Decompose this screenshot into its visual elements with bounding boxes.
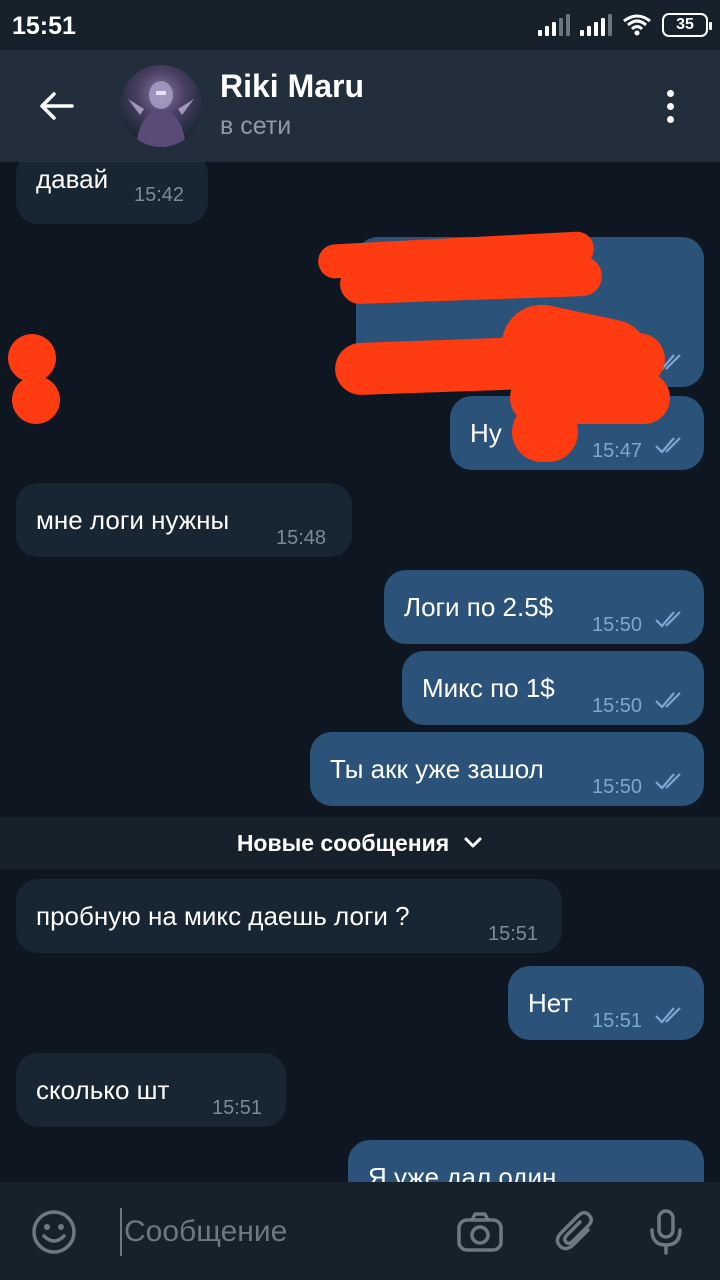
read-ticks-icon [655, 773, 681, 790]
message-time: 15:50 [592, 695, 643, 717]
new-messages-divider[interactable]: Новые сообщения [0, 817, 720, 869]
message-text: Микс по 1$ [422, 673, 555, 703]
dot-icon [666, 115, 674, 123]
message-time: 15:51 [212, 1097, 263, 1119]
redaction-dot [12, 376, 60, 424]
chevron-down-icon [464, 837, 482, 848]
message-text: Логи по 2.5$ [404, 592, 554, 622]
dot-icon [666, 102, 674, 110]
status-bar: 15:51 35 [0, 0, 720, 50]
message-time: 15:50 [592, 614, 643, 636]
message-text: сколько шт [36, 1075, 170, 1105]
read-ticks-icon [655, 692, 681, 709]
message-incoming[interactable]: сколько шт 15:51 [16, 1053, 286, 1127]
battery-icon: 35 [662, 13, 712, 37]
chat-header: Riki Maru в сети [0, 50, 720, 162]
message-text: Нет [528, 988, 573, 1018]
contact-status: в сети [220, 112, 292, 140]
message-incoming[interactable]: пробную на микс даешь логи ? 15:51 [16, 879, 562, 953]
message-outgoing[interactable]: Нет 15:51 [508, 966, 704, 1040]
message-list[interactable]: давай 15:42 Ну 15:47 ? мне логи нужны 15… [0, 162, 720, 1182]
read-ticks-icon [655, 1007, 681, 1024]
paperclip-icon [555, 1211, 593, 1251]
message-outgoing[interactable]: Ты акк уже зашол 15:50 [310, 732, 704, 806]
avatar[interactable] [120, 65, 202, 147]
message-time: 15:51 [592, 1010, 643, 1032]
status-time: 15:51 [12, 12, 76, 40]
message-text: пробную на микс даешь логи ? [36, 901, 410, 931]
message-text: Я уже дал один [368, 1162, 557, 1182]
dot-icon [666, 89, 674, 97]
message-time: 15:51 [488, 923, 539, 945]
message-time: 15:50 [592, 776, 643, 798]
redaction-mark [512, 402, 578, 462]
wifi-icon [623, 14, 651, 36]
contact-name[interactable]: Riki Maru [220, 68, 364, 105]
smile-icon [32, 1210, 76, 1254]
message-text: давай [36, 164, 109, 194]
message-input-bar [0, 1182, 720, 1280]
voice-button[interactable] [642, 1208, 690, 1256]
camera-icon [457, 1212, 503, 1252]
message-outgoing[interactable]: Микс по 1$ 15:50 [402, 651, 704, 725]
message-time: 15:48 [276, 527, 327, 549]
message-text: Ну [470, 418, 502, 448]
message-time: 15:42 [134, 184, 185, 206]
attach-button[interactable] [552, 1208, 600, 1256]
message-incoming[interactable]: давай 15:42 [16, 162, 208, 224]
message-outgoing[interactable]: Логи по 2.5$ 15:50 [384, 570, 704, 644]
camera-button[interactable] [456, 1208, 504, 1256]
more-menu-button[interactable] [650, 80, 690, 132]
message-incoming[interactable]: мне логи нужны 15:48 [16, 483, 352, 557]
message-text: Ты акк уже зашол [330, 754, 544, 784]
microphone-icon [650, 1209, 682, 1255]
message-time: 15:47 [592, 440, 643, 462]
arrow-left-icon [40, 92, 74, 120]
signal-icon [538, 14, 570, 36]
back-button[interactable] [30, 80, 82, 132]
signal-icon-2 [580, 14, 612, 36]
redaction-dot [8, 334, 56, 382]
emoji-button[interactable] [30, 1208, 78, 1256]
status-icons: 35 [538, 12, 712, 38]
read-ticks-icon [655, 611, 681, 628]
message-text: мне логи нужны [36, 505, 230, 535]
divider-label: Новые сообщения [236, 829, 450, 856]
read-ticks-icon [655, 437, 681, 454]
message-outgoing[interactable]: Я уже дал один [348, 1140, 704, 1182]
message-input[interactable] [120, 1208, 420, 1256]
